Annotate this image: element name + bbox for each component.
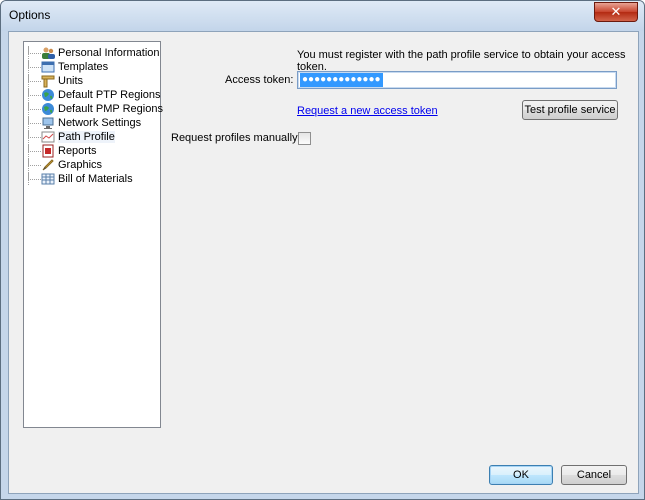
ruler-icon (41, 75, 55, 88)
access-token-value: ●●●●●●●●●●●●● (300, 73, 383, 87)
table-icon (41, 173, 55, 185)
tree-item-label: Templates (58, 61, 109, 73)
tree-item-reports[interactable]: Reports (28, 144, 97, 158)
network-icon (42, 117, 54, 129)
tree-item-personal-information[interactable]: Personal Information (28, 46, 160, 60)
tree-item-label: Bill of Materials (58, 173, 133, 185)
tree-item-label: Reports (58, 145, 97, 157)
close-icon: ✕ (610, 4, 622, 19)
access-token-label: Access token: (225, 74, 294, 86)
tree-item-label: Graphics (58, 159, 103, 171)
profile-chart-icon (41, 131, 55, 143)
tree-item-label: Path Profile (58, 131, 115, 143)
request-manual-label: Request profiles manually? (171, 132, 304, 144)
tree-item-label: Personal Information (58, 47, 160, 59)
tree-item-network-settings[interactable]: Network Settings (28, 116, 141, 130)
tree-item-label: Default PMP Regions (58, 103, 163, 115)
request-manual-checkbox[interactable] (298, 132, 311, 145)
dialog-client-area: Personal Information Templates Units Def… (8, 31, 639, 494)
cancel-button[interactable]: Cancel (561, 465, 627, 485)
template-icon (41, 61, 55, 73)
ok-button[interactable]: OK (489, 465, 553, 485)
window-title: Options (9, 8, 51, 22)
tree-item-bill-of-materials[interactable]: Bill of Materials (28, 172, 133, 186)
request-token-link[interactable]: Request a new access token (297, 105, 438, 117)
tree-item-default-pmp-regions[interactable]: Default PMP Regions (28, 102, 163, 116)
tree-item-templates[interactable]: Templates (28, 60, 108, 74)
test-profile-service-button[interactable]: Test profile service (522, 100, 618, 120)
tree-item-graphics[interactable]: Graphics (28, 158, 102, 172)
tree-item-label: Default PTP Regions (58, 89, 161, 101)
pencil-icon (42, 159, 54, 171)
people-icon (42, 47, 55, 59)
options-window: Options ✕ Personal Information Templates… (0, 0, 645, 500)
globe-icon (42, 103, 54, 115)
close-button[interactable]: ✕ (594, 2, 638, 22)
tree-item-label: Network Settings (58, 117, 142, 129)
title-bar[interactable]: Options ✕ (1, 1, 644, 31)
tree-item-label: Units (58, 75, 84, 87)
options-tree[interactable]: Personal Information Templates Units Def… (23, 41, 163, 428)
tree-item-units[interactable]: Units (28, 74, 83, 88)
tree-item-default-ptp-regions[interactable]: Default PTP Regions (28, 88, 161, 102)
register-info-text: You must register with the path profile … (297, 49, 626, 73)
tree-item-path-profile[interactable]: Path Profile (28, 130, 115, 144)
access-token-field[interactable]: ●●●●●●●●●●●●● (297, 71, 617, 89)
pdf-icon (42, 144, 54, 158)
globe-icon (42, 89, 54, 101)
